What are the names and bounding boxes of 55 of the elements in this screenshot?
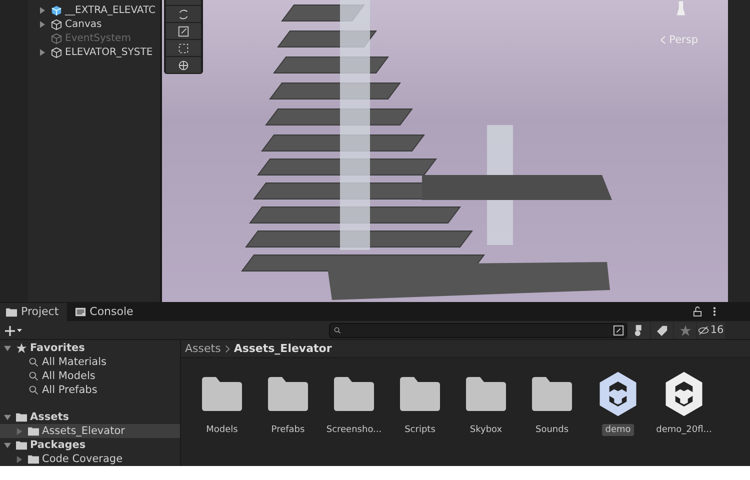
chevron-icon	[224, 344, 230, 352]
cube-icon	[51, 32, 62, 44]
tree-item[interactable]: Packages	[0, 438, 180, 452]
lock-icon[interactable]	[693, 306, 702, 317]
expand-arrow-icon[interactable]	[16, 456, 23, 462]
scale-tool-icon[interactable]	[166, 23, 201, 39]
search-icon	[28, 371, 39, 381]
filter-type-icon[interactable]	[628, 322, 650, 338]
folder-icon	[28, 426, 39, 436]
asset-label[interactable]: demo	[602, 424, 634, 436]
favorite-search-item[interactable]: All Models	[0, 369, 180, 383]
cube-icon	[51, 46, 62, 58]
chevron-icon	[660, 36, 666, 44]
favorite-search-item[interactable]: All Prefabs	[0, 383, 180, 397]
expand-arrow-icon[interactable]	[4, 414, 11, 420]
rotate-tool-icon[interactable]	[166, 6, 201, 22]
asset-label[interactable]: demo_20fl...	[653, 424, 715, 436]
asset-label[interactable]: Screensho...	[323, 424, 385, 436]
search-icon	[334, 326, 341, 334]
tag-icon[interactable]	[651, 322, 673, 338]
console-icon	[74, 306, 86, 316]
hierarchy-item[interactable]: __EXTRA_ELEVATC	[40, 3, 156, 17]
expand-arrow-icon[interactable]	[40, 48, 45, 56]
search-icon	[28, 357, 39, 367]
eye-slash-icon	[698, 324, 710, 336]
asset-label[interactable]: Skybox	[466, 424, 506, 436]
tree-item[interactable]: Assets_Elevator	[0, 424, 180, 438]
rect-tool-icon[interactable]	[166, 40, 201, 56]
asset-label[interactable]: Scripts	[402, 424, 438, 436]
expand-arrow-icon[interactable]	[4, 344, 11, 352]
tree-item[interactable]: Assets	[0, 410, 180, 424]
breadcrumb-link[interactable]: Assets	[185, 342, 221, 355]
asset-label[interactable]: Sounds	[532, 424, 572, 436]
favorite-search-item[interactable]: All Materials	[0, 355, 180, 369]
star-icon	[16, 343, 27, 353]
hidden-packages-button[interactable]: 16	[697, 322, 725, 338]
folder-icon	[28, 454, 39, 464]
tree-item[interactable]: Favorites	[0, 341, 180, 355]
search-by-type-icon[interactable]	[613, 324, 624, 336]
prefab-cube-icon	[51, 4, 62, 16]
cube-icon	[51, 18, 62, 30]
transform-tool-icon[interactable]	[166, 57, 201, 73]
hierarchy-item[interactable]: Canvas	[40, 17, 156, 31]
hierarchy-item[interactable]: ELEVATOR_SYSTE	[40, 45, 156, 59]
tree-item[interactable]: Code Coverage	[0, 452, 180, 466]
folder-icon	[16, 412, 27, 422]
breadcrumb-link[interactable]: Assets_Elevator	[234, 342, 332, 355]
expand-arrow-icon[interactable]	[4, 442, 11, 448]
asset-label[interactable]: Models	[203, 424, 241, 436]
folder-icon	[16, 440, 27, 450]
search-icon	[28, 385, 39, 395]
folder-icon	[6, 306, 17, 316]
search-field[interactable]	[329, 322, 627, 338]
panel-tab[interactable]: Project	[0, 303, 67, 321]
asset-label[interactable]: Prefabs	[268, 424, 308, 436]
